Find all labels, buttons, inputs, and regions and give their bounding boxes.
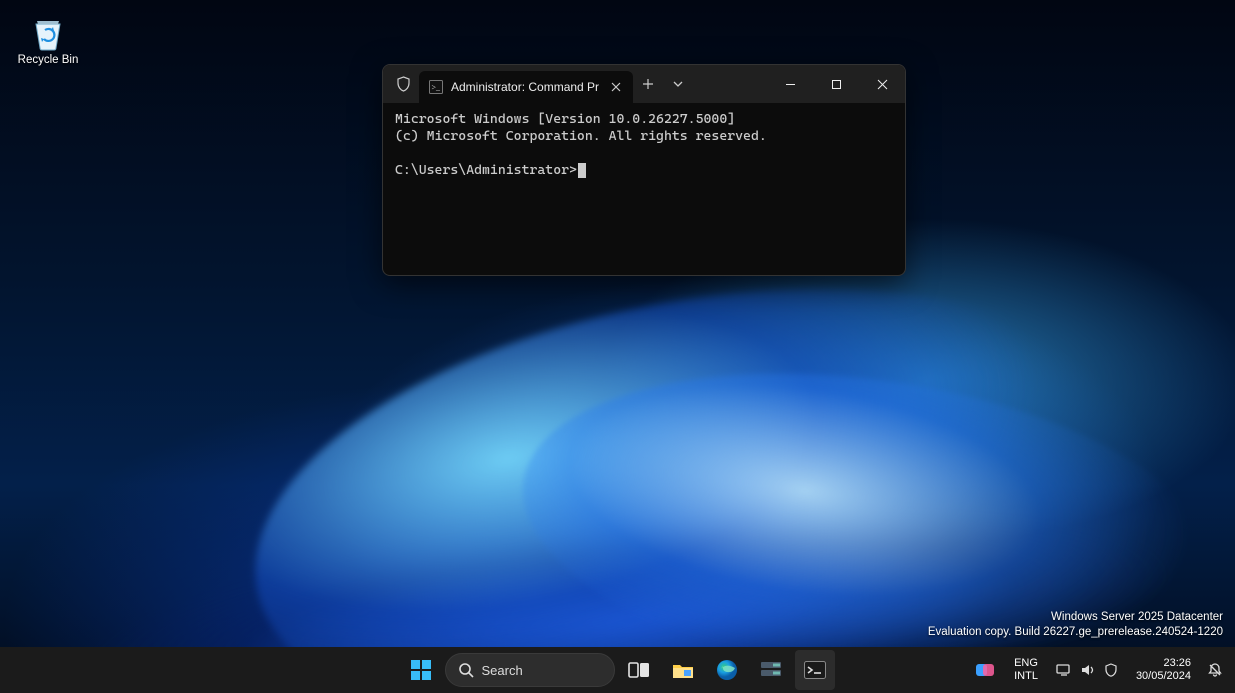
shield-icon[interactable] [387, 76, 419, 92]
security-icon [1104, 663, 1118, 677]
recycle-bin-icon [28, 12, 68, 52]
tab-dropdown-button[interactable] [663, 79, 693, 89]
taskbar[interactable]: Search ENG INTL [0, 647, 1235, 693]
new-tab-button[interactable] [633, 78, 663, 90]
server-manager-button[interactable] [751, 650, 791, 690]
maximize-button[interactable] [813, 65, 859, 103]
build-watermark: Windows Server 2025 Datacenter Evaluatio… [928, 610, 1223, 641]
language-indicator[interactable]: ENG INTL [1006, 650, 1046, 690]
task-view-button[interactable] [619, 650, 659, 690]
copilot-icon [974, 661, 996, 679]
recycle-bin-label: Recycle Bin [12, 54, 84, 66]
recycle-bin-desktop-icon[interactable]: Recycle Bin [12, 8, 84, 66]
file-explorer-button[interactable] [663, 650, 703, 690]
network-icon [1056, 663, 1072, 677]
terminal-prompt: C:\Users\Administrator> [395, 162, 577, 178]
notifications-button[interactable] [1201, 650, 1229, 690]
clock[interactable]: 23:26 30/05/2024 [1128, 650, 1199, 690]
terminal-tab-active[interactable]: >_ Administrator: Command Pro [419, 71, 633, 103]
terminal-output[interactable]: Microsoft Windows [Version 10.0.26227.50… [383, 103, 905, 187]
terminal-line: (c) Microsoft Corporation. All rights re… [395, 128, 767, 144]
watermark-line2: Evaluation copy. Build 26227.ge_prerelea… [928, 625, 1223, 641]
lang-top: ENG [1014, 657, 1038, 670]
terminal-tab-title: Administrator: Command Pro [451, 80, 599, 94]
tab-close-button[interactable] [607, 78, 625, 96]
cmd-icon: >_ [429, 80, 443, 94]
taskbar-search[interactable]: Search [445, 653, 615, 687]
start-button[interactable] [401, 650, 441, 690]
terminal-cursor [578, 163, 586, 178]
clock-time: 23:26 [1163, 657, 1191, 670]
search-placeholder: Search [482, 663, 523, 678]
terminal-taskbar-button[interactable] [795, 650, 835, 690]
system-tray[interactable] [1048, 650, 1126, 690]
volume-icon [1080, 663, 1096, 677]
search-icon [458, 662, 474, 678]
terminal-line: Microsoft Windows [Version 10.0.26227.50… [395, 111, 735, 127]
watermark-line1: Windows Server 2025 Datacenter [928, 610, 1223, 626]
minimize-button[interactable] [767, 65, 813, 103]
copilot-tray-icon[interactable] [966, 650, 1004, 690]
close-button[interactable] [859, 65, 905, 103]
terminal-window[interactable]: >_ Administrator: Command Pro [382, 64, 906, 276]
lang-bottom: INTL [1014, 670, 1038, 683]
edge-browser-button[interactable] [707, 650, 747, 690]
bell-icon [1207, 662, 1223, 678]
svg-text:>_: >_ [432, 83, 442, 92]
terminal-titlebar[interactable]: >_ Administrator: Command Pro [383, 65, 905, 103]
clock-date: 30/05/2024 [1136, 670, 1191, 683]
